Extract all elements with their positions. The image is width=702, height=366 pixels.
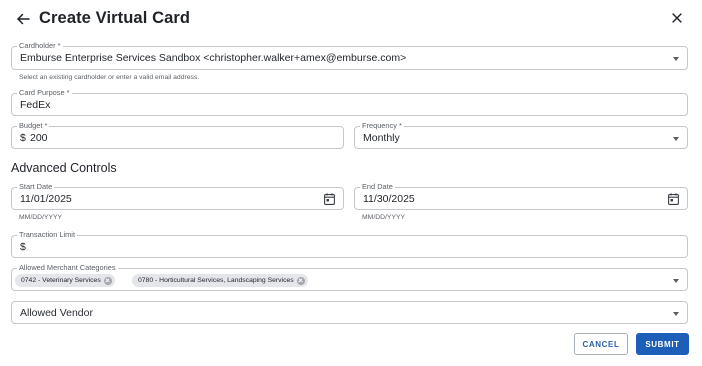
end-date-label: End Date — [360, 182, 395, 192]
close-icon[interactable] — [669, 10, 685, 26]
advanced-controls-title: Advanced Controls — [11, 161, 117, 175]
chip-label: 0780 - Horticultural Services, Landscapi… — [138, 277, 294, 284]
transaction-limit-field[interactable]: Transaction Limit $ — [11, 230, 688, 258]
card-purpose-label: Card Purpose * — [17, 88, 72, 98]
transaction-limit-currency-symbol: $ — [20, 241, 26, 253]
frequency-select[interactable]: Frequency * Monthly — [354, 121, 688, 149]
cardholder-value: Emburse Enterprise Services Sandbox <chr… — [20, 52, 407, 64]
start-date-label: Start Date — [17, 182, 55, 192]
budget-label: Budget * — [17, 121, 50, 131]
dialog-title: Create Virtual Card — [39, 9, 191, 27]
start-date-value: 11/01/2025 — [20, 193, 72, 205]
arrow-left-icon[interactable] — [14, 9, 32, 29]
frequency-value: Monthly — [363, 132, 400, 144]
cardholder-select[interactable]: Cardholder * Emburse Enterprise Services… — [11, 41, 688, 70]
dialog-header: Create Virtual Card — [0, 0, 702, 38]
calendar-icon[interactable] — [324, 193, 335, 205]
calendar-icon[interactable] — [668, 193, 679, 205]
caret-down-icon[interactable] — [673, 312, 679, 316]
start-date-field[interactable]: Start Date 11/01/2025 — [11, 182, 344, 210]
end-date-field[interactable]: End Date 11/30/2025 — [354, 182, 688, 210]
transaction-limit-label: Transaction Limit — [17, 230, 77, 240]
merchant-categories-label: Allowed Merchant Categories — [17, 263, 118, 273]
card-purpose-field[interactable]: Card Purpose * FedEx — [11, 88, 688, 116]
start-date-helper: MM/DD/YYYY — [19, 214, 63, 221]
cancel-circle-icon[interactable] — [103, 276, 112, 285]
cardholder-helper: Select an existing cardholder or enter a… — [19, 74, 200, 81]
allowed-vendor-placeholder: Allowed Vendor — [20, 307, 93, 319]
caret-down-icon[interactable] — [673, 57, 679, 61]
end-date-value: 11/30/2025 — [363, 193, 415, 205]
budget-currency-symbol: $ — [20, 132, 26, 144]
merchant-categories-select[interactable]: Allowed Merchant Categories 0742 - Veter… — [11, 263, 688, 291]
cancel-button[interactable]: CANCEL — [574, 333, 628, 355]
allowed-vendor-select[interactable]: Allowed Vendor — [11, 301, 688, 324]
end-date-helper: MM/DD/YYYY — [362, 214, 406, 221]
frequency-label: Frequency * — [360, 121, 404, 131]
chip-label: 0742 - Veterinary Services — [21, 277, 101, 284]
card-purpose-value: FedEx — [20, 99, 51, 111]
caret-down-icon[interactable] — [673, 279, 679, 283]
caret-down-icon[interactable] — [673, 137, 679, 141]
submit-button[interactable]: SUBMIT — [636, 333, 689, 355]
budget-value: 200 — [30, 132, 48, 144]
cancel-circle-icon[interactable] — [296, 276, 305, 285]
merchant-category-chip[interactable]: 0742 - Veterinary Services — [15, 274, 115, 287]
cardholder-label: Cardholder * — [17, 41, 63, 51]
merchant-category-chip[interactable]: 0780 - Horticultural Services, Landscapi… — [132, 274, 308, 287]
budget-field[interactable]: Budget * $ 200 — [11, 121, 344, 149]
